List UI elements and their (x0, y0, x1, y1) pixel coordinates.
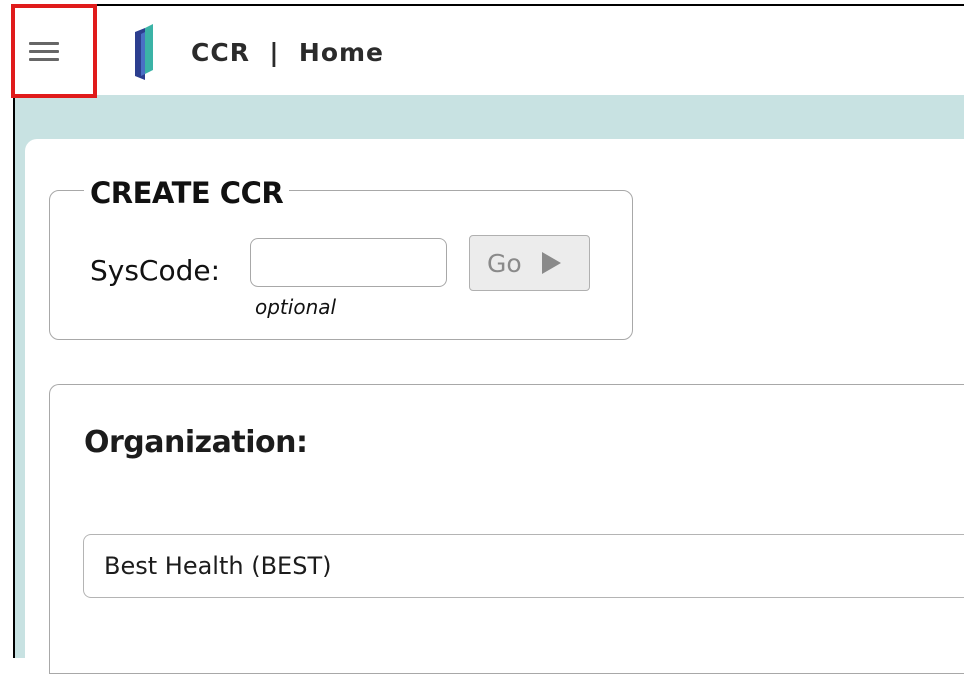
top-header: CCR | Home (15, 6, 964, 95)
menu-bar (29, 58, 59, 61)
organization-select-value: Best Health (BEST) (104, 552, 332, 580)
hamburger-menu-icon[interactable] (29, 42, 59, 66)
create-ccr-legend: CREATE CCR (84, 176, 290, 210)
syscode-label: SysCode: (90, 254, 221, 287)
app-logo-icon (135, 24, 153, 80)
page-title: CCR | Home (191, 38, 384, 67)
syscode-input[interactable] (250, 238, 447, 287)
go-button[interactable]: Go (469, 235, 590, 291)
menu-bar (29, 50, 59, 53)
play-arrow-icon (542, 252, 561, 274)
organization-heading: Organization: (84, 425, 308, 460)
go-button-label: Go (487, 249, 522, 278)
syscode-optional-hint: optional (255, 295, 337, 319)
organization-select[interactable]: Best Health (BEST) (83, 534, 964, 598)
menu-bar (29, 42, 59, 45)
